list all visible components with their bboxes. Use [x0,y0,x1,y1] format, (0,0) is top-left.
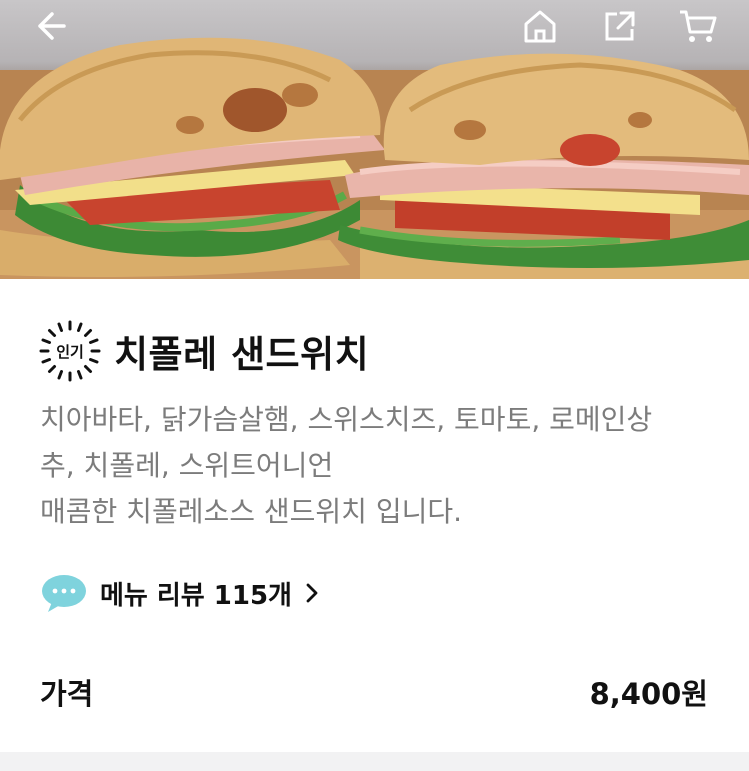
chat-bubble-icon [42,575,86,612]
chevron-right-icon [306,583,318,603]
price-label: 가격 [40,677,94,711]
product-hero-image [0,0,749,279]
price-value: 8,400원 [589,677,708,711]
back-button[interactable] [30,6,70,46]
popular-badge: 인기 [38,319,102,383]
share-icon [605,11,635,41]
title-row: 인기 치폴레 샌드위치 [38,319,369,383]
popular-badge-label: 인기 [56,342,84,361]
product-description: 치아바타, 닭가슴살햄, 스위스치즈, 토마토, 로메인상 추, 치폴레, 스위… [40,397,720,535]
share-button[interactable] [600,6,640,46]
menu-review-link[interactable]: 메뉴 리뷰 115개 [40,572,320,614]
home-button[interactable] [520,6,560,46]
cart-button[interactable] [678,6,718,46]
product-title: 치폴레 샌드위치 [114,333,370,376]
description-line: 치아바타, 닭가슴살햄, 스위스치즈, 토마토, 로메인상 [40,403,653,436]
section-divider [0,752,749,771]
description-line: 매콤한 치폴레소스 샌드위치 입니다. [40,495,463,528]
home-icon [524,10,556,43]
back-arrow-icon [38,12,66,40]
menu-review-label: 메뉴 리뷰 115개 [100,580,292,611]
description-line: 추, 치폴레, 스위트어니언 [40,449,334,482]
cart-icon [680,10,717,42]
price-row: 가격 8,400원 [40,671,708,713]
